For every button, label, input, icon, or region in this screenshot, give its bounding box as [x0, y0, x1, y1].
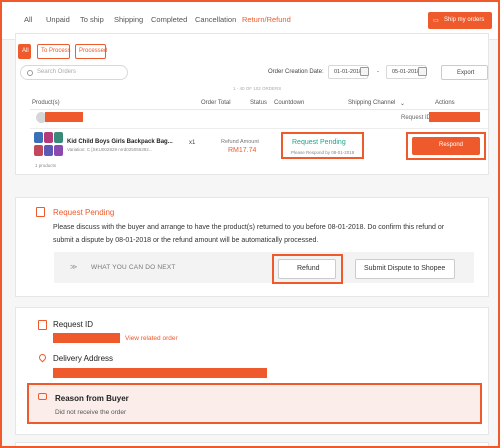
product-name[interactable]: Kid Child Boys Girls Backpack Bag...	[67, 139, 173, 145]
view-related-order-link[interactable]: View related order	[125, 335, 178, 342]
tab-cancellation[interactable]: Cancellation	[195, 15, 236, 24]
product-thumbnail[interactable]	[54, 145, 63, 156]
redacted-address	[53, 368, 267, 378]
product-quantity: x1	[189, 140, 196, 146]
chevron-down-icon[interactable]: ⌄	[400, 100, 405, 107]
filter-to-process[interactable]: To Process	[37, 44, 71, 59]
respond-deadline: Please Respond by 08-01-2018	[291, 150, 355, 155]
product-thumbnail[interactable]	[34, 145, 43, 156]
filter-processed[interactable]: Processed	[75, 44, 108, 59]
refund-button[interactable]: Refund	[278, 259, 336, 279]
next-panel	[15, 442, 489, 446]
next-actions-label: WHAT YOU CAN DO NEXT	[91, 264, 176, 271]
col-products: Product(s)	[32, 100, 60, 106]
respond-button[interactable]: Respond	[412, 137, 480, 155]
refund-amount-label: Refund Amount	[221, 139, 259, 145]
product-thumbnail[interactable]	[54, 132, 63, 143]
date-separator: -	[377, 69, 379, 75]
product-thumbnail[interactable]	[44, 132, 53, 143]
search-icon	[27, 70, 33, 76]
tab-unpaid[interactable]: Unpaid	[46, 15, 70, 24]
refund-button-label: Refund	[297, 265, 320, 272]
date-from-value: 01-01-2018	[334, 69, 363, 75]
ship-my-orders-label: Ship my orders	[444, 17, 485, 23]
col-countdown: Countdown	[274, 100, 305, 106]
table-header-divider	[30, 109, 490, 110]
product-thumbnail[interactable]	[44, 145, 53, 156]
return-refund-page: All Unpaid To ship Shipping Completed Ca…	[0, 0, 500, 448]
tab-to-ship[interactable]: To ship	[80, 15, 104, 24]
filter-all[interactable]: All	[18, 44, 31, 59]
request-id-heading: Request ID	[53, 320, 94, 329]
submit-dispute-button[interactable]: Submit Dispute to Shopee	[355, 259, 455, 279]
redacted-buyer-name	[45, 112, 83, 122]
pending-instructions-line2: submit a dispute by 08-01-2018 or the re…	[53, 237, 319, 244]
products-count: 1 products	[35, 163, 57, 168]
pending-title: Request Pending	[53, 208, 115, 217]
filter-all-label: All	[22, 48, 29, 54]
product-thumbnail[interactable]	[34, 132, 43, 143]
col-shipping-channel: Shipping Channel	[348, 100, 396, 106]
delivery-address-heading: Delivery Address	[53, 354, 114, 363]
col-actions: Actions	[435, 100, 455, 106]
respond-button-label: Respond	[439, 142, 464, 148]
redacted-request-id	[429, 112, 480, 122]
product-variation: Variation: C [SKU002829 nrrd025056392...	[67, 147, 153, 152]
date-filter-label: Order Creation Date:	[268, 69, 324, 75]
chat-icon	[38, 393, 47, 400]
tab-shipping[interactable]: Shipping	[114, 15, 143, 24]
ship-my-orders-button[interactable]: ▭ Ship my orders	[428, 12, 492, 29]
orders-range-note: 1 - 40 OF 102 ORDERS	[233, 86, 282, 91]
search-orders-input[interactable]: Search Orders	[20, 65, 128, 80]
date-to-value: 05-01-2018	[392, 69, 421, 75]
col-order-total: Order Total	[201, 100, 231, 106]
tab-return-refund[interactable]: Return/Refund	[242, 15, 291, 24]
refund-amount-value: RM17.74	[228, 147, 257, 154]
col-status: Status	[250, 100, 268, 106]
request-id-label: Request ID	[401, 115, 432, 121]
document-icon	[36, 207, 45, 217]
calendar-icon[interactable]	[360, 67, 369, 76]
export-button[interactable]: Export	[441, 65, 488, 80]
submit-dispute-label: Submit Dispute to Shopee	[364, 265, 446, 272]
search-placeholder: Search Orders	[37, 69, 77, 75]
filter-to-process-label: To Process	[41, 48, 71, 54]
export-label: Export	[457, 70, 475, 76]
double-chevron-icon: ≫	[70, 264, 78, 271]
truck-icon: ▭	[433, 18, 439, 24]
reason-text: Did not receive the order	[55, 409, 127, 416]
filter-processed-label: Processed	[79, 48, 108, 54]
pending-instructions-line1: Please discuss with the buyer and arrang…	[53, 224, 445, 231]
tab-completed[interactable]: Completed	[151, 15, 187, 24]
calendar-icon[interactable]	[418, 67, 427, 76]
status-badge: Request Pending	[292, 139, 346, 146]
document-icon	[38, 320, 47, 330]
buyer-reason-box: Reason from Buyer Did not receive the or…	[27, 383, 482, 424]
reason-title: Reason from Buyer	[55, 394, 129, 403]
redacted-request-number	[53, 333, 120, 343]
row-divider	[30, 128, 490, 129]
tab-all[interactable]: All	[24, 15, 32, 24]
